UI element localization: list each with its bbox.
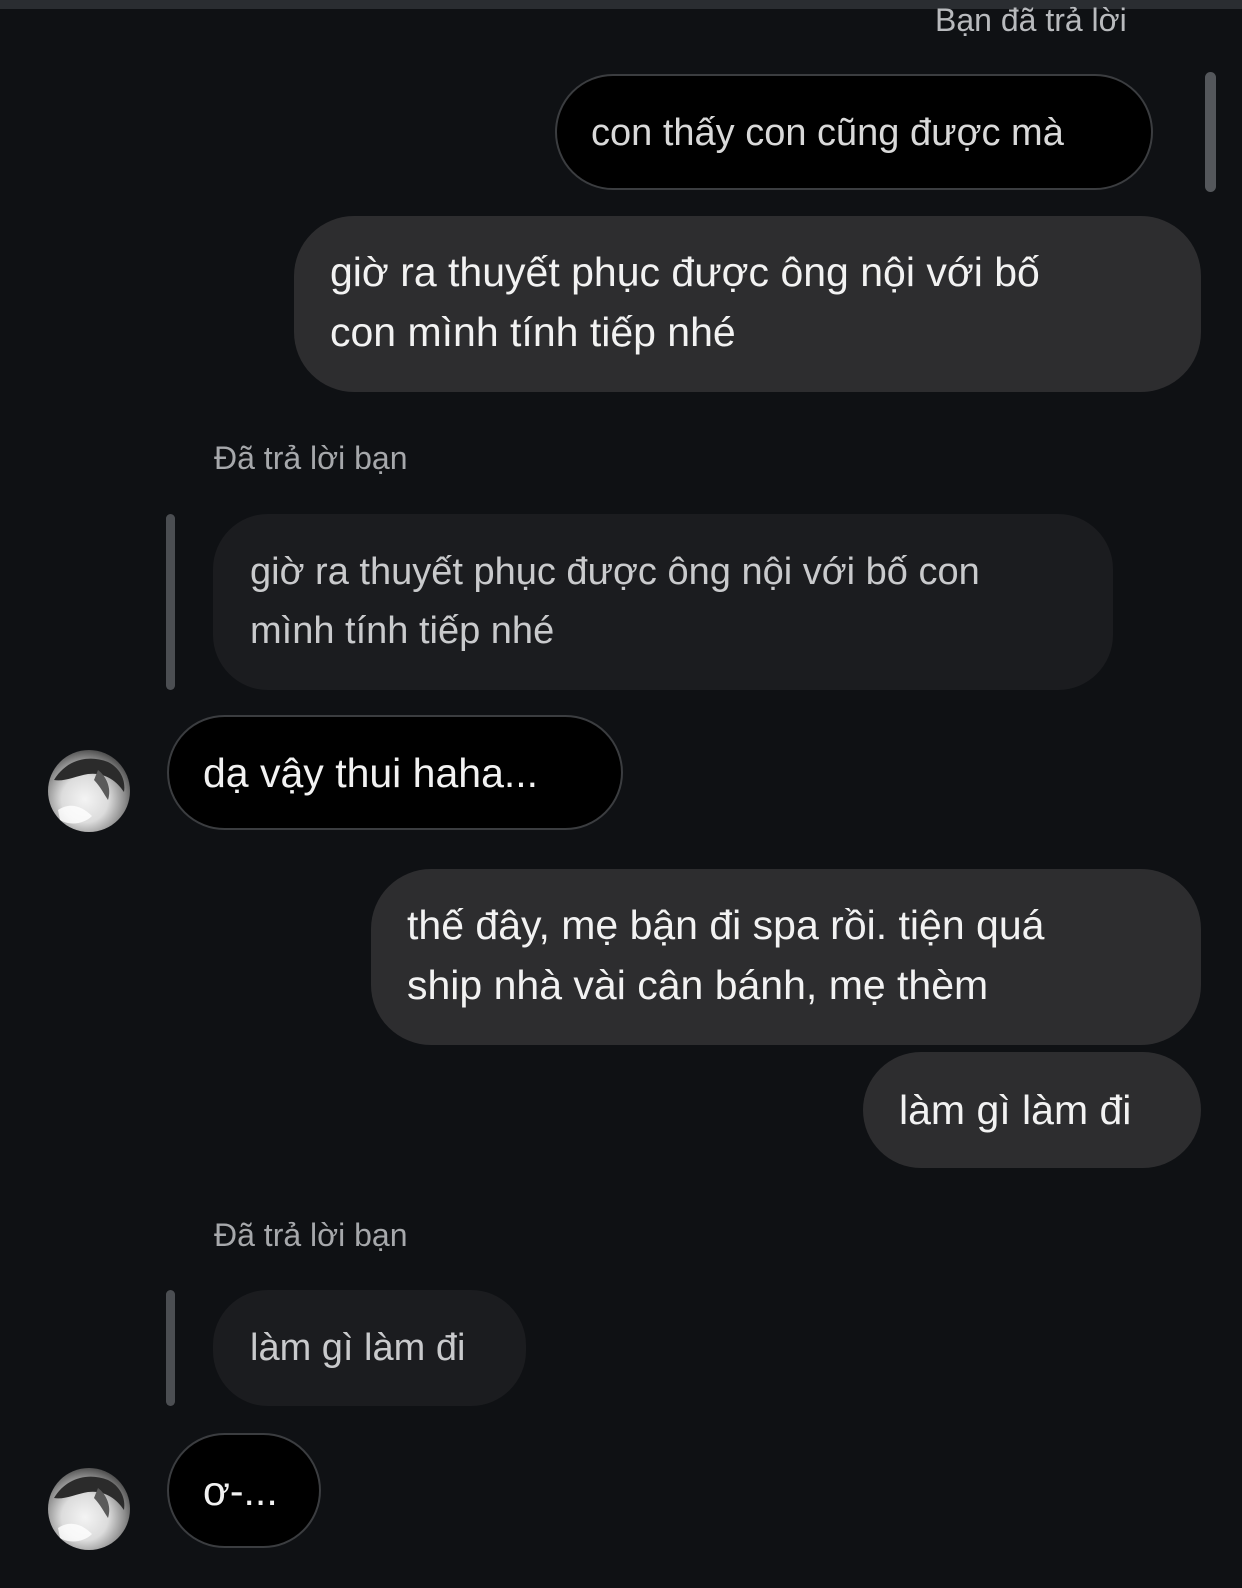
reply-meta: Đã trả lời bạn	[214, 1217, 408, 1253]
message-text-line: con mình tính tiếp nhé	[330, 309, 736, 355]
message-text: dạ vậy thui haha...	[203, 750, 539, 796]
reply-meta-top: Bạn đã trả lời	[935, 2, 1127, 38]
message-text: làm gì làm đi	[899, 1087, 1132, 1133]
message-bubble-incoming[interactable]: ơ-...	[167, 1433, 321, 1548]
quoted-text-line: mình tính tiếp nhé	[250, 610, 555, 652]
user-avatar-photo-icon	[54, 758, 125, 824]
scrollbar[interactable]	[1205, 72, 1216, 192]
avatar[interactable]	[48, 750, 130, 832]
quoted-text: làm gì làm đi	[250, 1327, 466, 1369]
message-bubble-outgoing[interactable]: thế đây, mẹ bận đi spa rồi. tiện quá shi…	[371, 869, 1201, 1045]
quote-bar	[166, 1290, 175, 1406]
reply-meta: Đã trả lời bạn	[214, 440, 408, 476]
message-bubble-outgoing[interactable]: làm gì làm đi	[863, 1052, 1201, 1168]
avatar[interactable]	[48, 1468, 130, 1550]
message-text: con thấy con cũng được mà	[591, 112, 1064, 154]
quoted-message[interactable]: giờ ra thuyết phục được ông nội với bố c…	[213, 514, 1113, 690]
message-text-line: thế đây, mẹ bận đi spa rồi. tiện quá	[407, 902, 1045, 948]
message-text: ơ-...	[203, 1468, 278, 1514]
quote-bar	[166, 514, 175, 690]
quoted-message[interactable]: làm gì làm đi	[213, 1290, 526, 1406]
message-bubble-outgoing[interactable]: con thấy con cũng được mà	[555, 74, 1153, 190]
message-bubble-outgoing[interactable]: giờ ra thuyết phục được ông nội với bố c…	[294, 216, 1201, 392]
user-avatar-photo-icon	[54, 1476, 125, 1542]
quoted-text-line: giờ ra thuyết phục được ông nội với bố c…	[250, 551, 980, 593]
message-text-line: giờ ra thuyết phục được ông nội với bố	[330, 249, 1040, 295]
message-bubble-incoming[interactable]: dạ vậy thui haha...	[167, 715, 623, 830]
message-text-line: ship nhà vài cân bánh, mẹ thèm	[407, 962, 989, 1008]
